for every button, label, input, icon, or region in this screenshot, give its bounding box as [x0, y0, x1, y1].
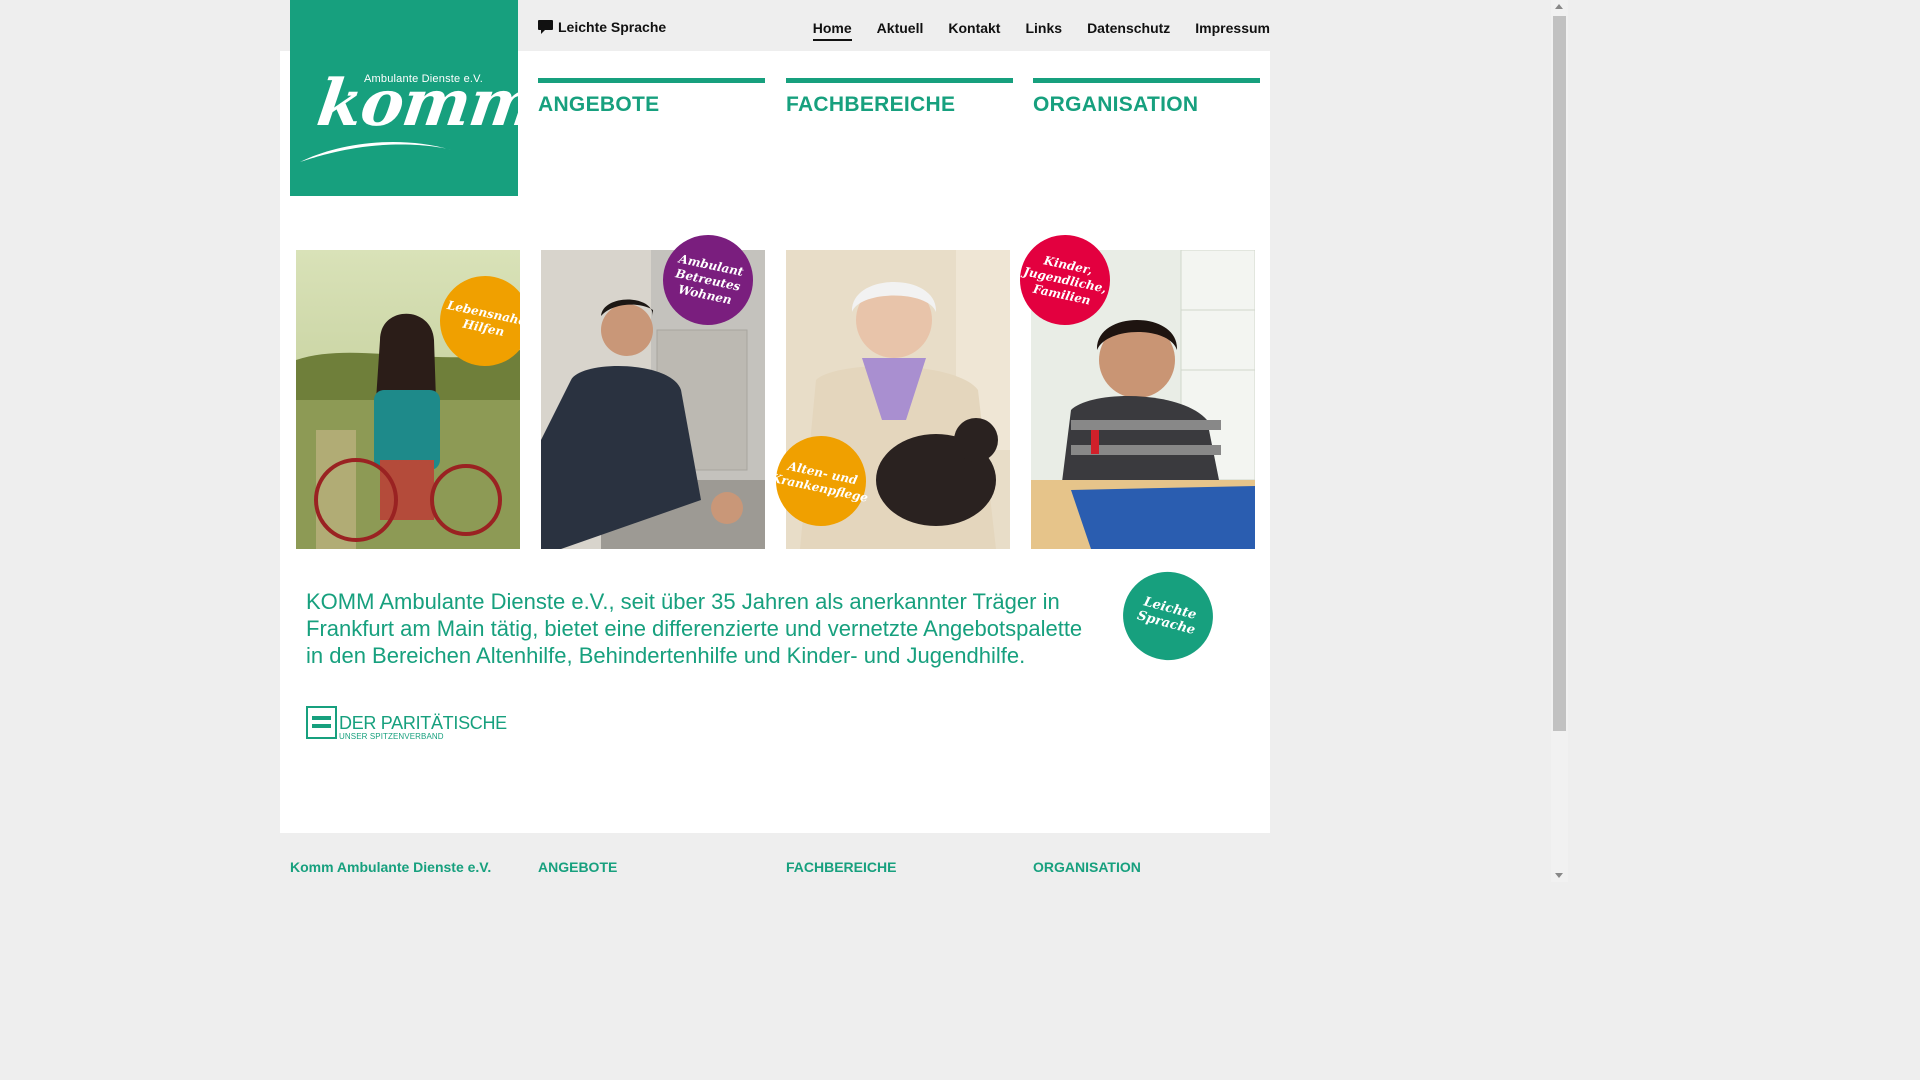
nav-impressum[interactable]: Impressum	[1195, 20, 1270, 41]
scrollbar-thumb[interactable]	[1553, 16, 1566, 731]
photo-elderly-woman-cat[interactable]: Alten- und Krankenpflege	[767, 250, 1010, 549]
nav-links[interactable]: Links	[1025, 20, 1062, 41]
logo-swoosh	[300, 141, 452, 162]
leichte-sprache-label: Leichte Sprache	[558, 19, 667, 35]
nav-kontakt[interactable]: Kontakt	[948, 20, 1000, 41]
photo-man-kitchen[interactable]: Ambulant Betreutes Wohnen	[541, 226, 765, 549]
footer-organisation[interactable]: ORGANISATION	[1033, 859, 1141, 875]
paritaetische-logo[interactable]: DER PARITÄTISCHE UNSER SPITZENVERBAND	[306, 706, 507, 744]
footer-fachbereiche[interactable]: FACHBEREICHE	[786, 859, 896, 875]
paritaetische-sub: UNSER SPITZENVERBAND	[339, 732, 444, 741]
footer-org-name: Komm Ambulante Dienste e.V.	[290, 859, 492, 875]
paritaetische-name: DER PARITÄTISCHE	[339, 713, 507, 733]
photo-child-boardgame[interactable]: Kinder, Jugendliche, Familien	[1011, 226, 1256, 549]
category-fachbereiche[interactable]: FACHBEREICHE	[786, 78, 1013, 117]
category-organisation[interactable]: ORGANISATION	[1033, 78, 1260, 117]
photo-woman-wheelchair[interactable]: Lebensnahe Hilfen	[296, 250, 520, 549]
vertical-scrollbar[interactable]	[1551, 0, 1568, 882]
speech-bubble-icon	[538, 20, 553, 34]
intro-text: KOMM Ambulante Dienste e.V., seit über 3…	[306, 589, 1083, 668]
komm-logo[interactable]: Ambulante Dienste e.V. komm	[290, 0, 542, 196]
paritaetische-box-icon	[306, 706, 337, 739]
nav-aktuell[interactable]: Aktuell	[877, 20, 924, 41]
nav-home[interactable]: Home	[812, 20, 852, 41]
category-fachbereiche-label[interactable]: FACHBEREICHE	[786, 93, 955, 116]
category-organisation-label[interactable]: ORGANISATION	[1033, 93, 1198, 116]
scroll-up-arrow-icon[interactable]	[1555, 4, 1563, 9]
scroll-down-arrow-icon[interactable]	[1555, 873, 1563, 878]
footer-angebote[interactable]: ANGEBOTE	[538, 859, 617, 875]
category-angebote-label[interactable]: ANGEBOTE	[538, 93, 659, 116]
main-nav: Home Aktuell Kontakt Links Datenschutz I…	[788, 20, 1270, 41]
leichte-sprache-link[interactable]: Leichte Sprache	[538, 19, 666, 35]
nav-datenschutz[interactable]: Datenschutz	[1087, 20, 1170, 41]
category-angebote[interactable]: ANGEBOTE	[538, 78, 765, 117]
